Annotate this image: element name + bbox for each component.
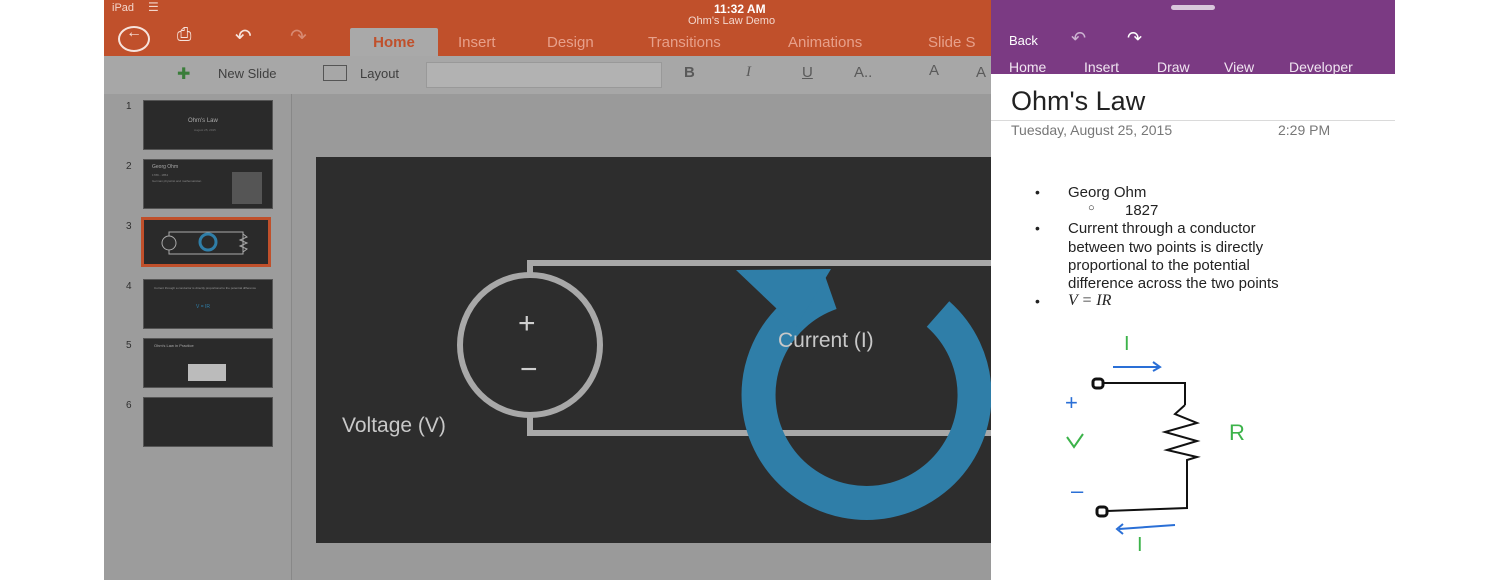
new-slide-icon: ✚	[177, 66, 191, 83]
sub-bullet-circle: ○	[1088, 202, 1095, 214]
thumb-line: German physicist and mathematician	[152, 179, 202, 183]
sub-bullet-year[interactable]: 1827	[1125, 202, 1158, 219]
slide-thumb-1[interactable]: Ohm's Law August 25, 2015	[143, 100, 273, 150]
page-date: Tuesday, August 25, 2015	[1011, 122, 1173, 138]
minus-sign: −	[520, 353, 538, 386]
tab-transitions[interactable]: Transitions	[648, 34, 721, 51]
page-title[interactable]: Ohm's Law	[1011, 86, 1145, 117]
portrait-image	[232, 172, 262, 204]
thumb-title: Ohm's Law in Practice	[154, 343, 194, 348]
status-time: 11:32 AM	[714, 2, 766, 16]
font-color-button[interactable]: A..	[854, 64, 872, 81]
menu-view[interactable]: View	[1224, 59, 1254, 75]
file-icon[interactable]: ⎙	[177, 24, 191, 45]
document-title: Ohm's Law Demo	[688, 15, 776, 27]
slide-number: 2	[126, 161, 132, 172]
menu-developer[interactable]: Developer	[1289, 59, 1353, 75]
decrease-font-button[interactable]: A	[976, 64, 986, 81]
layout-icon	[323, 65, 347, 81]
thumb-line: 1789 - 1854	[152, 173, 169, 177]
layout-button[interactable]: Layout	[360, 66, 399, 81]
ink-resistor-label: R	[1229, 420, 1245, 445]
bullet-dot: •	[1035, 184, 1040, 200]
main-slide[interactable]: + − Current (I) Voltage (V)	[316, 157, 991, 543]
drag-handle[interactable]	[1171, 5, 1215, 10]
thumb-image	[188, 364, 226, 381]
tab-home[interactable]: Home	[350, 28, 438, 56]
bullet-equation[interactable]: V = IR	[1068, 292, 1111, 310]
redo-icon[interactable]: ↷	[1127, 28, 1142, 49]
undo-icon[interactable]: ↶	[1071, 28, 1086, 49]
menu-draw[interactable]: Draw	[1157, 59, 1190, 75]
wifi-icon: ☰	[148, 0, 159, 14]
ink-current-label-bottom: I	[1137, 534, 1143, 556]
increase-font-button[interactable]: A	[929, 62, 939, 79]
device-label: iPad	[112, 2, 135, 14]
menu-home[interactable]: Home	[1009, 59, 1046, 75]
ink-plus: +	[1065, 390, 1078, 415]
italic-button[interactable]: I	[746, 64, 751, 81]
back-button[interactable]: Back	[1009, 33, 1038, 48]
plus-sign: +	[518, 307, 536, 340]
slide-thumb-3-selected[interactable]	[141, 217, 271, 267]
circuit-diagram	[457, 260, 991, 520]
slide-number: 5	[126, 340, 132, 351]
thumb-equation: V = IR	[196, 304, 211, 310]
powerpoint-app: iPad ☰ 11:32 AM Ohm's Law Demo ← ⎙ ↶ ↷ H…	[104, 0, 991, 580]
current-label: Current (I)	[778, 329, 874, 352]
bullet-dot: •	[1035, 293, 1040, 309]
slide-number: 1	[126, 101, 132, 112]
slide-thumb-2[interactable]: Georg Ohm 1789 - 1854 German physicist a…	[143, 159, 273, 209]
new-slide-button[interactable]: New Slide	[218, 66, 277, 81]
ink-minus: –	[1071, 478, 1084, 503]
tab-insert[interactable]: Insert	[458, 34, 496, 51]
tab-slide-show[interactable]: Slide S	[928, 34, 976, 51]
tab-design[interactable]: Design	[547, 34, 594, 51]
thumb-text: Current through a conductor is directly …	[154, 286, 257, 290]
onenote-top-bar: Back ↶ ↷ Home Insert Draw View Developer	[991, 0, 1395, 75]
bullet-text-line[interactable]: between two points is directly	[1068, 239, 1263, 256]
page-time: 2:29 PM	[1278, 122, 1331, 138]
redo-icon[interactable]: ↷	[290, 24, 307, 49]
font-name-field[interactable]	[426, 62, 662, 88]
thumb-title: Georg Ohm	[152, 164, 179, 170]
back-arrow-icon: ←	[126, 24, 142, 41]
voltage-label: Voltage (V)	[342, 414, 446, 437]
slide-thumb-4[interactable]: Current through a conductor is directly …	[143, 279, 273, 329]
thumb-circuit-graphic	[161, 231, 249, 255]
slide-number: 4	[126, 281, 132, 292]
ink-circuit-drawing[interactable]	[1051, 330, 1291, 570]
undo-icon[interactable]: ↶	[235, 24, 252, 49]
voltage-source-circle	[457, 272, 603, 418]
thumb-subtitle: August 25, 2015	[194, 128, 216, 132]
menu-insert[interactable]: Insert	[1084, 59, 1119, 75]
slide-thumb-5[interactable]: Ohm's Law in Practice	[143, 338, 273, 388]
bullet-text-line[interactable]: proportional to the potential	[1068, 257, 1250, 274]
bullet-text-line[interactable]: difference across the two points	[1068, 275, 1279, 292]
tab-animations[interactable]: Animations	[788, 34, 862, 51]
thumb-title: Ohm's Law	[188, 118, 218, 124]
slide-number: 6	[126, 400, 132, 411]
title-divider	[991, 120, 1395, 121]
bullet-georg-ohm[interactable]: Georg Ohm	[1068, 184, 1146, 201]
bullet-dot: •	[1035, 220, 1040, 236]
slide-number: 3	[126, 221, 132, 232]
bold-button[interactable]: B	[684, 64, 695, 81]
ink-current-label-top: I	[1124, 333, 1130, 355]
slide-thumb-6[interactable]	[143, 397, 273, 447]
ppt-title-bar: iPad ☰ 11:32 AM Ohm's Law Demo ← ⎙ ↶ ↷ H…	[104, 0, 991, 56]
bullet-text-line[interactable]: Current through a conductor	[1068, 220, 1256, 237]
current-arrow-arc	[741, 276, 991, 520]
onenote-panel: Back ↶ ↷ Home Insert Draw View Developer…	[991, 0, 1395, 580]
underline-button[interactable]: U	[802, 64, 813, 81]
